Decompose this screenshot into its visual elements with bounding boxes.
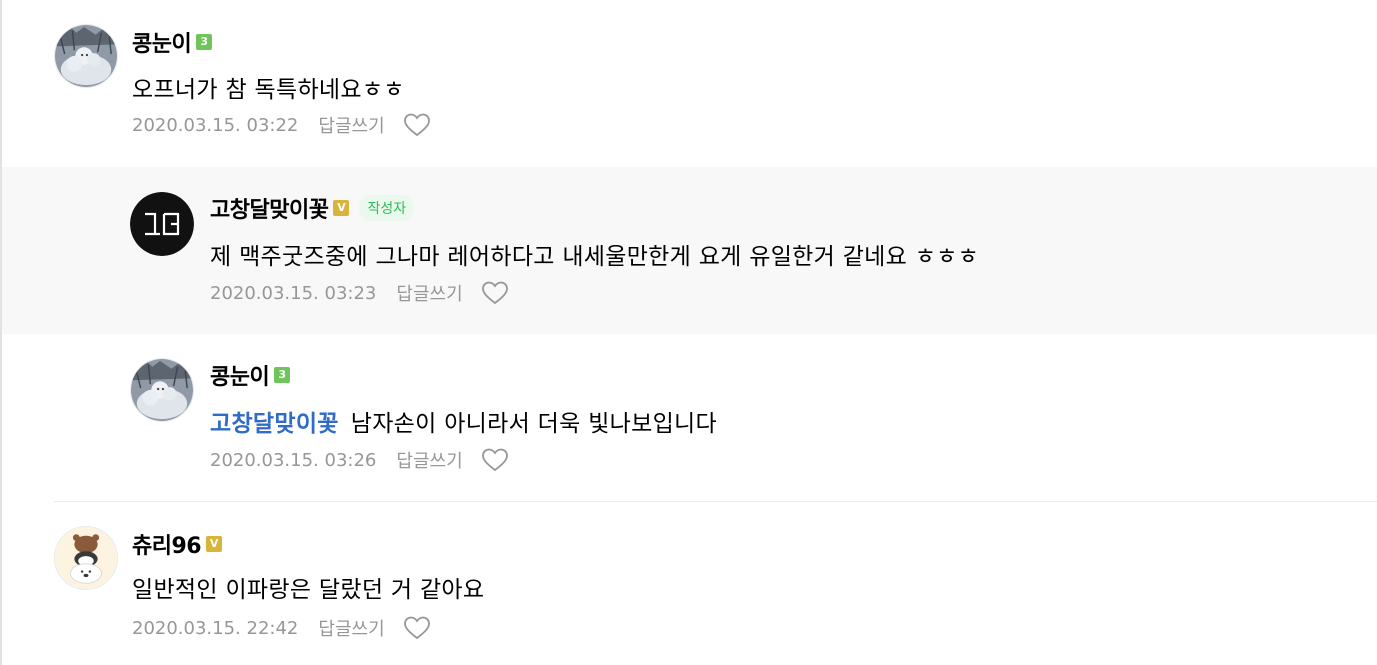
reply-button[interactable]: 답글쓰기 (318, 615, 384, 641)
nickname[interactable]: 콩눈이 (210, 359, 270, 391)
timestamp: 2020.03.15. 22:42 (132, 617, 299, 639)
avatar[interactable] (130, 358, 194, 422)
level-badge: 3 (274, 367, 291, 383)
comment-list: 콩눈이 3 오프너가 참 독특하네요ㅎㅎ 2020.03.15. 03:22 답… (0, 0, 1377, 665)
author-row: 콩눈이 3 (210, 359, 291, 391)
author-row: 콩눈이 3 (132, 26, 213, 58)
avatar[interactable] (130, 192, 194, 256)
nickname[interactable]: 츄리96 (132, 528, 202, 560)
reply-item: 콩눈이 3 고창달맞이꽃 남자손이 아니라서 더욱 빛나보입니다 2020.03.… (2, 334, 1377, 501)
avatar[interactable] (54, 24, 118, 88)
comment-text-body: 남자손이 아니라서 더욱 빛나보입니다 (350, 411, 717, 437)
comment-meta: 2020.03.15. 03:26 답글쓰기 (210, 447, 509, 473)
reply-button[interactable]: 답글쓰기 (396, 280, 462, 306)
comment-meta: 2020.03.15. 03:23 답글쓰기 (210, 280, 509, 306)
bear-character-icon (55, 527, 117, 589)
comment-text: 고창달맞이꽃 남자손이 아니라서 더욱 빛나보입니다 (210, 404, 717, 438)
timestamp: 2020.03.15. 03:22 (132, 114, 299, 136)
comment-meta: 2020.03.15. 22:42 답글쓰기 (132, 615, 431, 641)
snowman-photo-icon (55, 25, 117, 87)
nickname[interactable]: 콩눈이 (132, 26, 192, 58)
reply-button[interactable]: 답글쓰기 (396, 447, 462, 473)
nickname[interactable]: 고창달맞이꽃 (210, 192, 329, 224)
comment-item: 츄리96 V 일반적인 이파랑은 달랐던 거 같아요 2020.03.15. 2… (2, 502, 1377, 665)
gcd-logo-icon (130, 192, 194, 256)
timestamp: 2020.03.15. 03:23 (210, 282, 377, 304)
comment-item: 콩눈이 3 오프너가 참 독특하네요ㅎㅎ 2020.03.15. 03:22 답… (2, 0, 1377, 167)
heart-icon[interactable] (481, 280, 509, 306)
snowman-photo-icon (131, 359, 193, 421)
timestamp: 2020.03.15. 03:26 (210, 449, 377, 471)
heart-icon[interactable] (481, 447, 509, 473)
heart-icon[interactable] (403, 615, 431, 641)
reply-button[interactable]: 답글쓰기 (318, 112, 384, 138)
author-tag: 작성자 (359, 195, 415, 221)
comment-text: 오프너가 참 독특하네요ㅎㅎ (132, 77, 405, 103)
mention-link[interactable]: 고창달맞이꽃 (210, 411, 339, 437)
level-badge: 3 (196, 34, 213, 50)
comment-text: 일반적인 이파랑은 달랐던 거 같아요 (132, 577, 485, 603)
heart-icon[interactable] (403, 112, 431, 138)
level-badge: V (206, 536, 223, 552)
avatar[interactable] (54, 526, 118, 590)
comment-meta: 2020.03.15. 03:22 답글쓰기 (132, 112, 431, 138)
comment-text: 제 맥주굿즈중에 그나마 레어하다고 내세울만한게 요게 유일한거 같네요 ㅎㅎ… (210, 244, 980, 270)
reply-item: 고창달맞이꽃 V 작성자 제 맥주굿즈중에 그나마 레어하다고 내세울만한게 요… (2, 167, 1377, 334)
author-row: 고창달맞이꽃 V 작성자 (210, 192, 415, 224)
level-badge: V (333, 200, 350, 216)
author-row: 츄리96 V (132, 528, 223, 560)
